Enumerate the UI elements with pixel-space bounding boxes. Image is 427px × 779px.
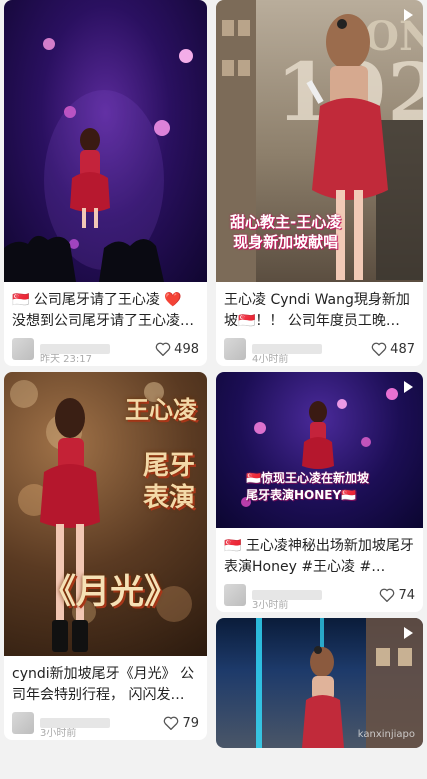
- post-title[interactable]: 🇸🇬 王心凌神秘出场新加坡尾牙表演Honey #王心凌 #…: [224, 536, 415, 578]
- like-count: 487: [390, 341, 415, 357]
- like-count: 498: [174, 341, 199, 357]
- author-name-blurred[interactable]: [40, 344, 110, 354]
- post-card[interactable]: 🇸🇬 公司尾牙请了王心凌 ❤️ 没想到公司尾牙请了王心凌… 昨天 23:17 4…: [4, 0, 207, 366]
- avatar[interactable]: [224, 584, 246, 606]
- feed-column-right: LOND 192 甜心教主-王心凌现身新加坡献唱 王心凌 Cyndi W: [216, 0, 423, 754]
- overlay-caption: 甜心教主-王心凌 现身新加坡献唱: [230, 213, 342, 251]
- avatar[interactable]: [224, 338, 246, 360]
- author-name-blurred[interactable]: [40, 718, 110, 728]
- video-play-icon: [404, 381, 413, 393]
- post-card[interactable]: kanxinjiapo: [216, 618, 423, 748]
- heart-icon: [164, 716, 179, 730]
- post-thumbnail[interactable]: kanxinjiapo: [216, 618, 423, 748]
- overlay-caption: 《月光》: [42, 572, 178, 612]
- avatar[interactable]: [12, 338, 34, 360]
- post-thumbnail[interactable]: 🇸🇬惊现王心凌在新加坡 尾牙表演HONEY🇸🇬: [216, 372, 423, 528]
- heart-icon: [380, 588, 395, 602]
- like-count: 74: [398, 587, 415, 603]
- post-card[interactable]: LOND 192 甜心教主-王心凌现身新加坡献唱 王心凌 Cyndi W: [216, 0, 423, 366]
- post-thumbnail[interactable]: [4, 0, 207, 282]
- stage-image: [4, 38, 193, 282]
- video-play-icon: [404, 9, 413, 21]
- stage-image: [241, 388, 398, 507]
- author-name-blurred[interactable]: [252, 344, 322, 354]
- post-title[interactable]: cyndi新加坡尾牙《月光》 公司年会特别行程， 闪闪发…: [12, 664, 199, 706]
- overlay-caption: 王心凌: [125, 396, 197, 424]
- avatar[interactable]: [12, 712, 34, 734]
- like-button[interactable]: 498: [155, 342, 199, 357]
- heart-icon: [371, 342, 387, 356]
- heart-icon: [155, 342, 171, 356]
- post-card[interactable]: 王心凌 尾牙 表演 《月光》 cyndi新加坡尾牙《月光》 公司年会特别行程， 闪…: [4, 372, 207, 740]
- post-card[interactable]: 🇸🇬惊现王心凌在新加坡 尾牙表演HONEY🇸🇬 🇸🇬 王心凌神秘出场新加坡尾牙表演…: [216, 372, 423, 612]
- watermark: kanxinjiapo: [357, 729, 415, 740]
- overlay-caption: 尾牙 表演: [142, 451, 195, 513]
- feed-column-left: 🇸🇬 公司尾牙请了王心凌 ❤️ 没想到公司尾牙请了王心凌… 昨天 23:17 4…: [4, 0, 207, 746]
- like-button[interactable]: 74: [379, 588, 415, 603]
- overlay-caption: 🇸🇬惊现王心凌在新加坡 尾牙表演HONEY🇸🇬: [246, 471, 369, 502]
- post-thumbnail[interactable]: LOND 192 甜心教主-王心凌现身新加坡献唱: [216, 0, 423, 282]
- author-name-blurred[interactable]: [252, 590, 322, 600]
- like-button[interactable]: 487: [371, 342, 415, 357]
- post-thumbnail[interactable]: 王心凌 尾牙 表演 《月光》: [4, 372, 207, 656]
- post-title[interactable]: 王心凌 Cyndi Wang現身新加坡🇸🇬！！ 公司年度员工晚…: [224, 290, 415, 332]
- video-play-icon: [404, 627, 413, 639]
- like-count: 79: [182, 715, 199, 731]
- like-button[interactable]: 79: [163, 716, 199, 731]
- post-title[interactable]: 🇸🇬 公司尾牙请了王心凌 ❤️ 没想到公司尾牙请了王心凌…: [12, 290, 199, 332]
